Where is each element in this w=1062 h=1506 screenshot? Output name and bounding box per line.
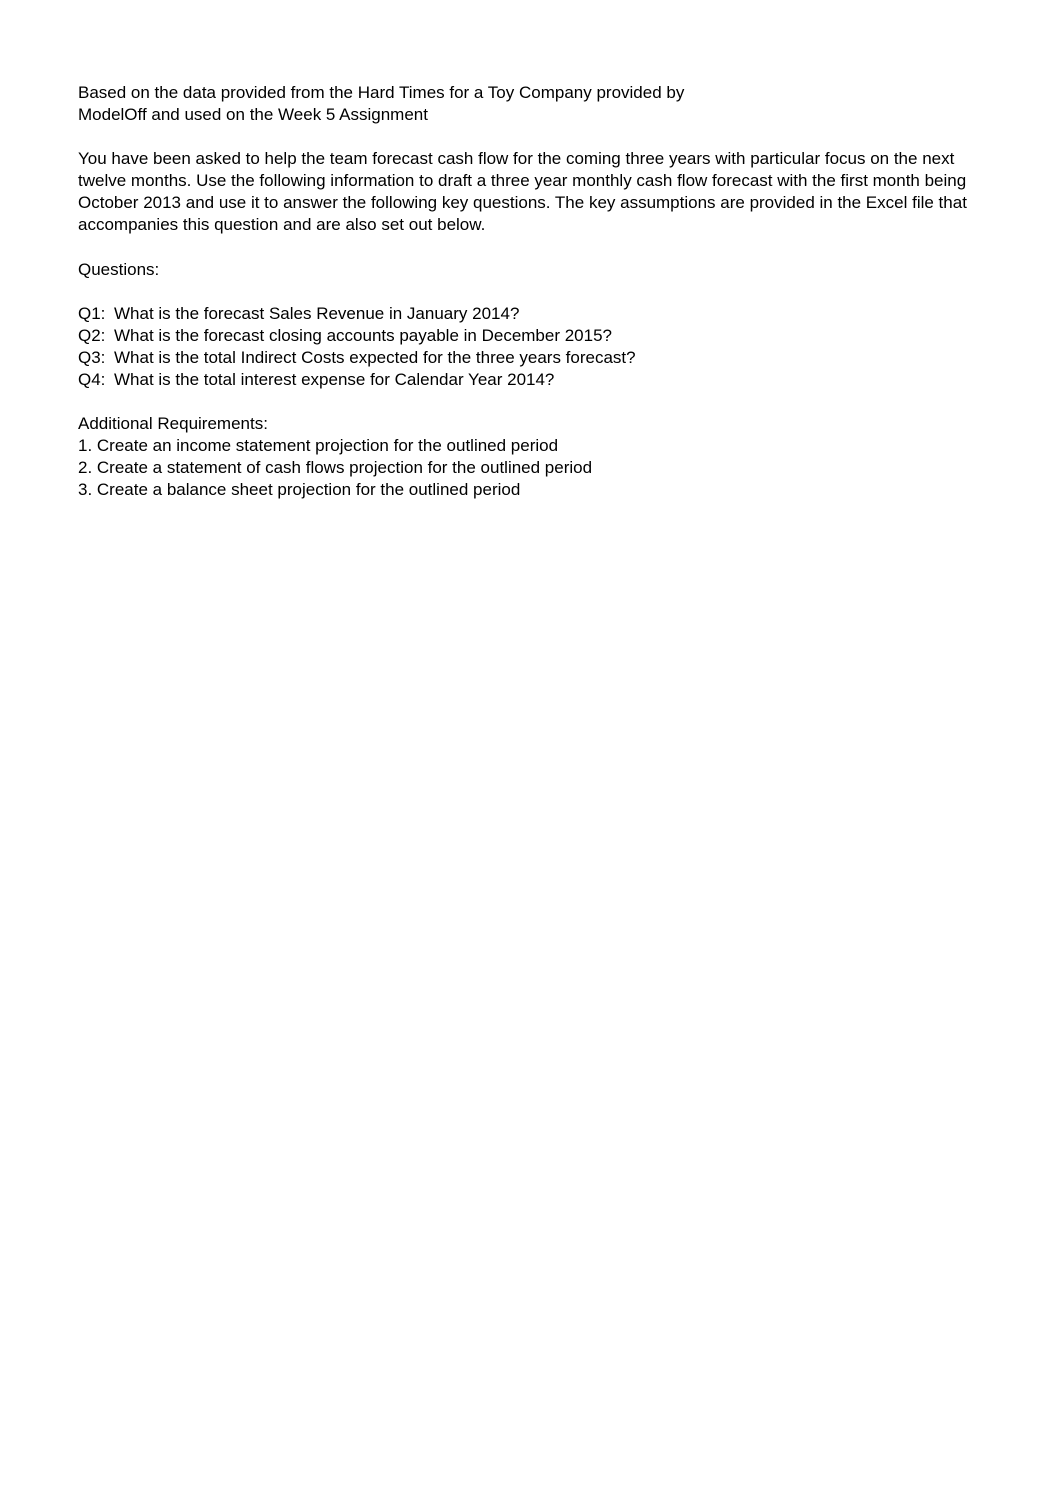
question-label: Q1: [78, 303, 114, 325]
requirement-row: 3. Create a balance sheet projection for… [78, 479, 984, 501]
intro-line-1: Based on the data provided from the Hard… [78, 82, 984, 104]
requirement-row: 1. Create an income statement projection… [78, 435, 984, 457]
question-text: What is the forecast closing accounts pa… [114, 325, 612, 347]
intro-line-2: ModelOff and used on the Week 5 Assignme… [78, 104, 984, 126]
question-label: Q2: [78, 325, 114, 347]
question-text: What is the total Indirect Costs expecte… [114, 347, 636, 369]
question-row: Q4: What is the total interest expense f… [78, 369, 984, 391]
question-list: Q1: What is the forecast Sales Revenue i… [78, 303, 984, 391]
question-label: Q4: [78, 369, 114, 391]
question-label: Q3: [78, 347, 114, 369]
intro-block: Based on the data provided from the Hard… [78, 82, 984, 126]
question-text: What is the total interest expense for C… [114, 369, 554, 391]
main-paragraph: You have been asked to help the team for… [78, 148, 984, 236]
requirements-heading: Additional Requirements: [78, 413, 984, 435]
questions-heading: Questions: [78, 259, 984, 281]
question-row: Q2: What is the forecast closing account… [78, 325, 984, 347]
question-row: Q3: What is the total Indirect Costs exp… [78, 347, 984, 369]
question-text: What is the forecast Sales Revenue in Ja… [114, 303, 519, 325]
requirement-row: 2. Create a statement of cash flows proj… [78, 457, 984, 479]
question-row: Q1: What is the forecast Sales Revenue i… [78, 303, 984, 325]
requirement-list: 1. Create an income statement projection… [78, 435, 984, 501]
